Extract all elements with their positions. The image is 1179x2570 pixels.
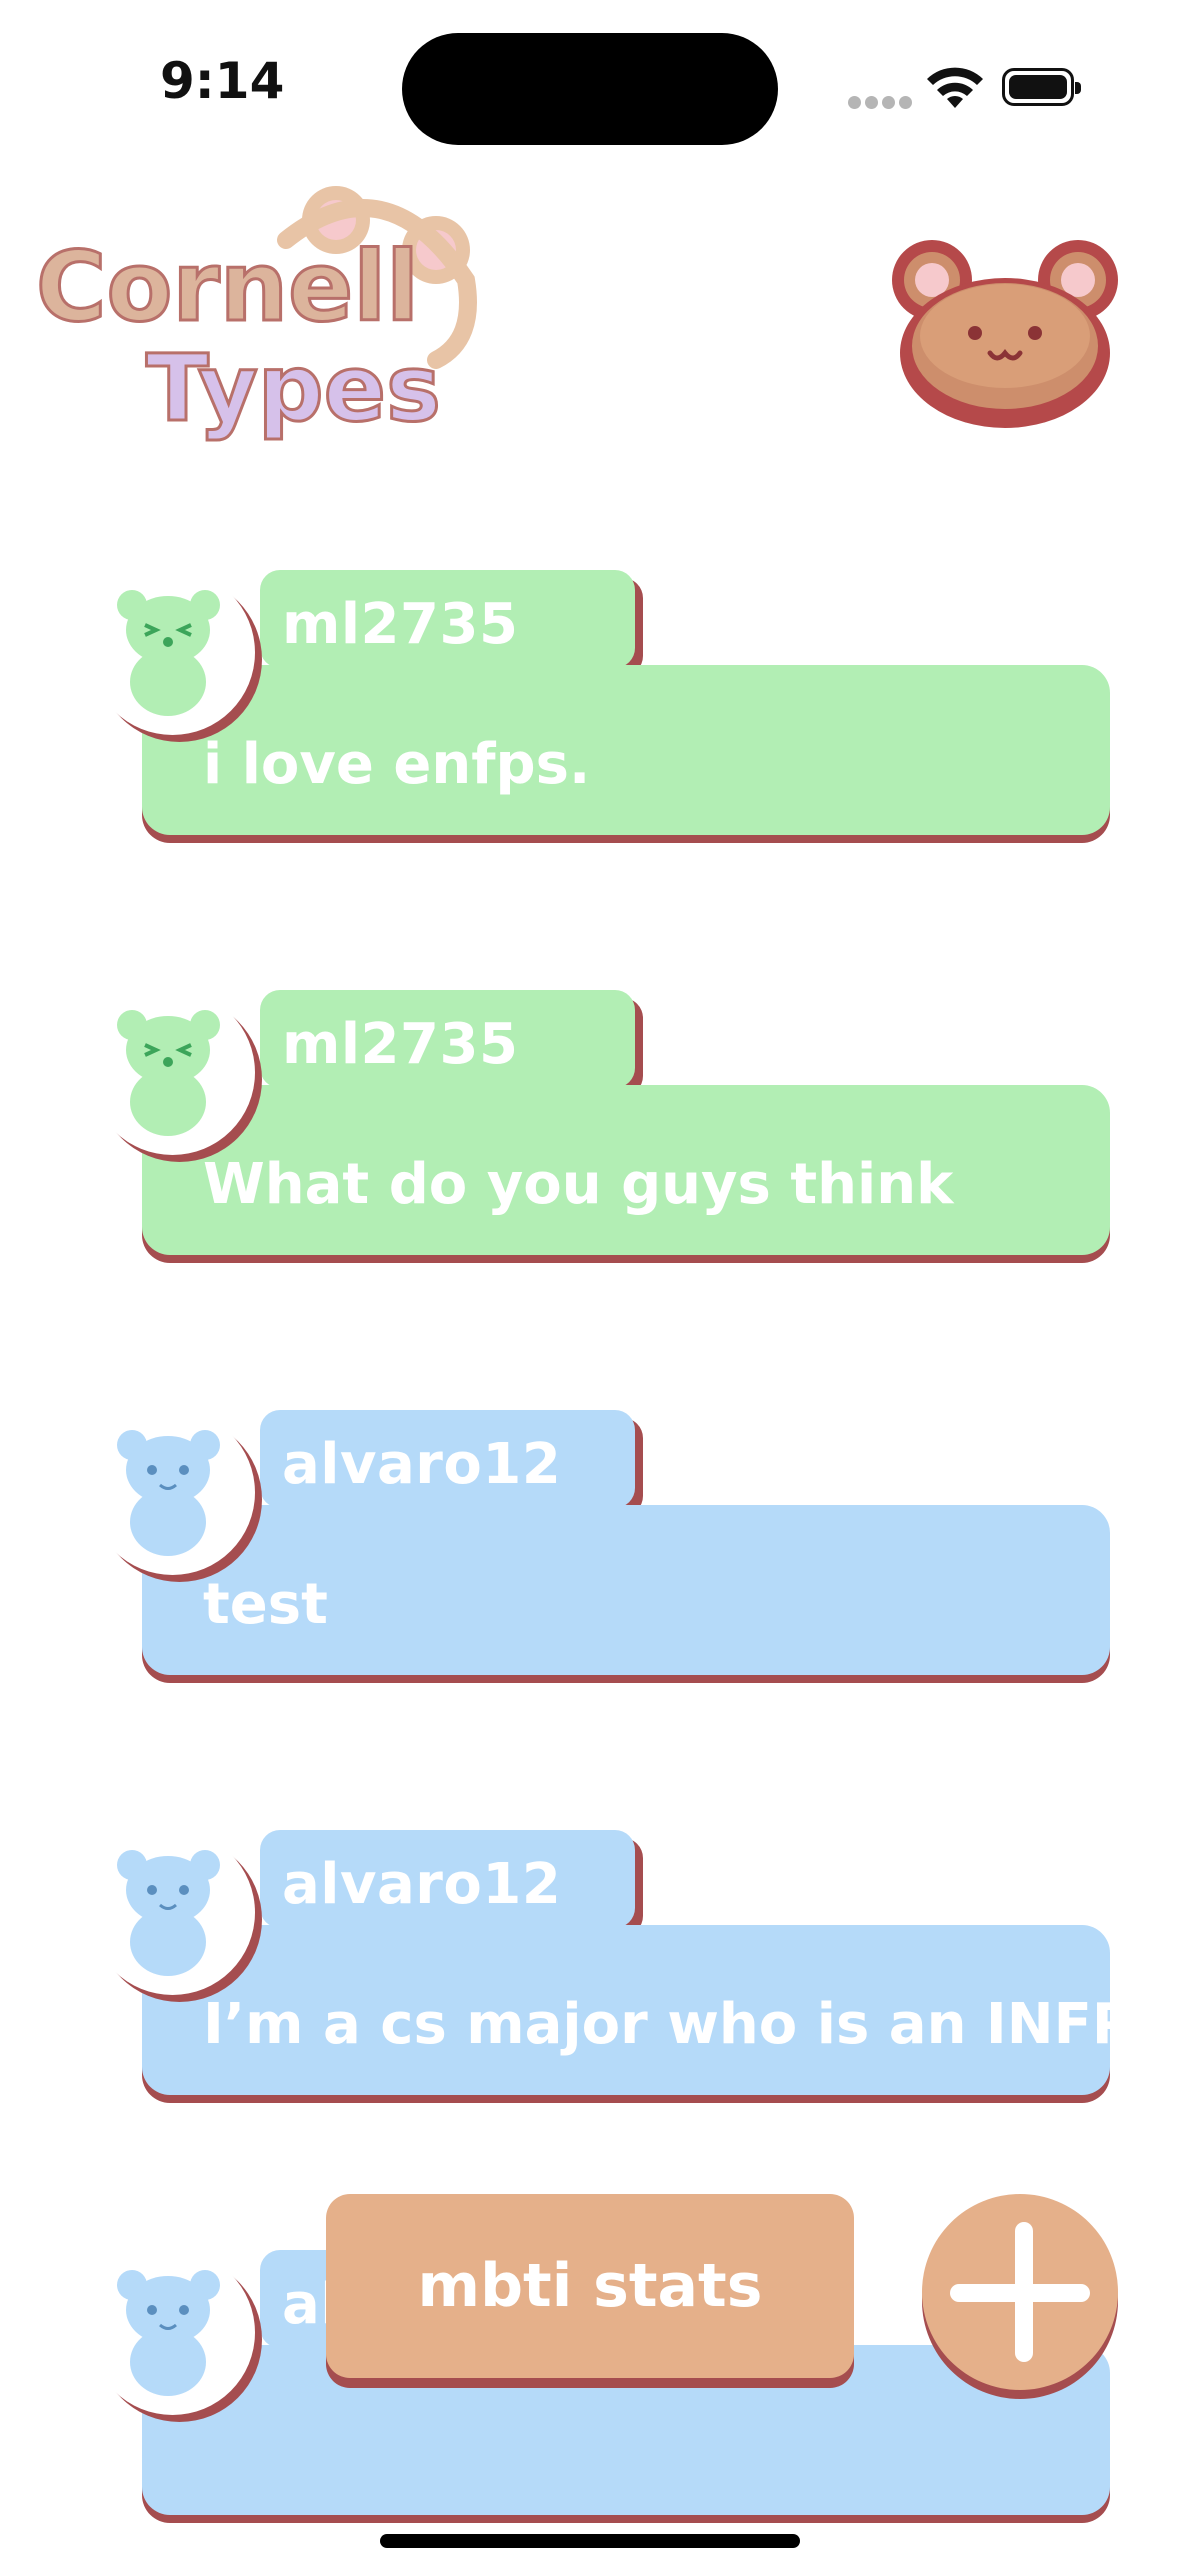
mbti-stats-button[interactable]: mbti stats: [326, 2194, 854, 2378]
post-username: alvaro12: [282, 1432, 562, 1497]
post-message: I’m a cs major who is an INFP!: [203, 1992, 1159, 2057]
user-avatar: [90, 1410, 255, 1575]
profile-bear-button[interactable]: [890, 238, 1120, 428]
post-username: alvaro12: [282, 1852, 562, 1917]
user-avatar: [90, 2250, 255, 2415]
user-avatar: [90, 990, 255, 1155]
post-card[interactable]: alvaro12 test: [90, 1410, 1120, 1730]
user-avatar: [90, 1830, 255, 1995]
logo-text-cornell: Cornell: [36, 231, 419, 343]
blue-bear-avatar-icon: [117, 1850, 220, 1976]
mbti-stats-label: mbti stats: [417, 2251, 763, 2321]
blue-bear-avatar-icon: [117, 1430, 220, 1556]
dynamic-island: [402, 33, 778, 145]
post-card[interactable]: ml2735 What do you guys think: [90, 990, 1120, 1310]
logo-text-types: Types: [146, 335, 441, 442]
status-bar: 9:14: [0, 0, 1179, 150]
post-message: What do you guys think: [203, 1152, 954, 1217]
post-message: i love enfps.: [203, 732, 591, 797]
signal-icon: [848, 94, 916, 113]
blue-bear-avatar-icon: [117, 2270, 220, 2396]
battery-icon: [1002, 68, 1081, 106]
app-logo: Cornell Types: [36, 186, 477, 444]
post-card[interactable]: ml2735 i love enfps.: [90, 570, 1120, 890]
post-username: ml2735: [282, 592, 519, 657]
add-post-button[interactable]: [922, 2194, 1118, 2390]
post-username: ml2735: [282, 1012, 519, 1077]
post-message: test: [203, 1572, 328, 1637]
user-avatar: [90, 570, 255, 735]
home-indicator[interactable]: [380, 2534, 800, 2548]
green-bear-avatar-icon: [117, 590, 220, 716]
wifi-icon: [927, 67, 983, 108]
green-bear-avatar-icon: [117, 1010, 220, 1136]
status-time: 9:14: [160, 52, 285, 110]
post-card[interactable]: alvaro12 I’m a cs major who is an INFP!: [90, 1830, 1158, 2150]
